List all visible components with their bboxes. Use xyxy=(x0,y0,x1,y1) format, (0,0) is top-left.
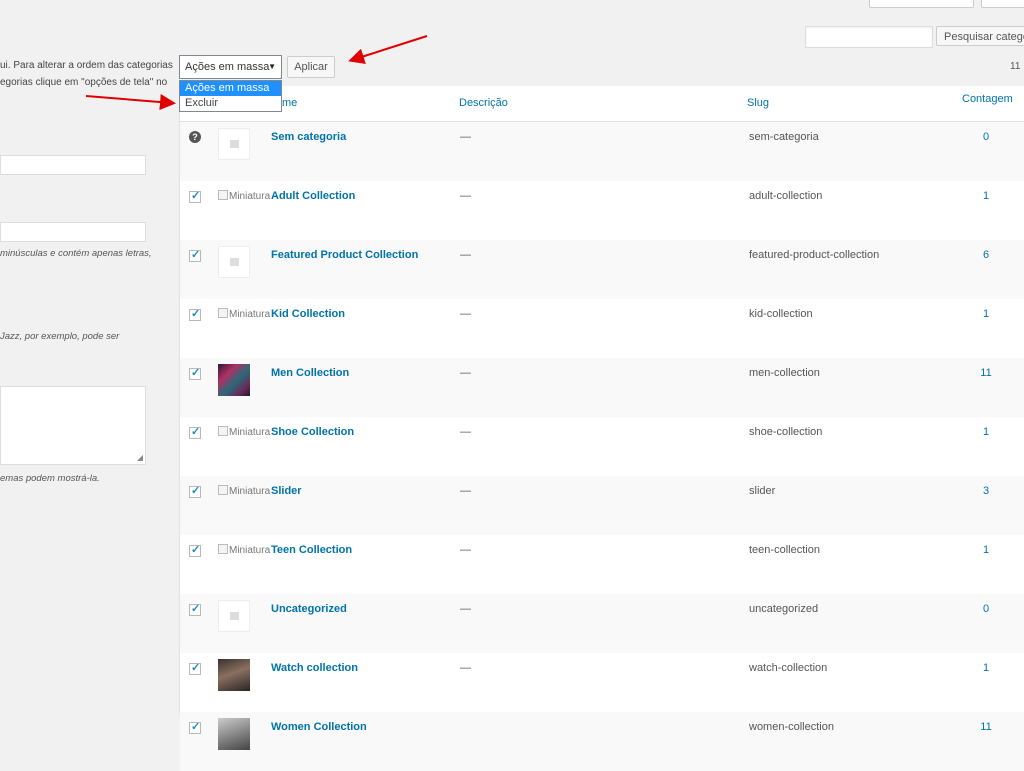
thumbnail-image xyxy=(218,718,250,750)
annotation-arrow-delete xyxy=(85,94,176,111)
category-name-link[interactable]: Women Collection xyxy=(271,721,367,733)
row-checkbox[interactable]: ✓ xyxy=(189,721,201,734)
annotation-arrows xyxy=(85,35,428,111)
table-row: ✓ Women Collection women-collection 11 xyxy=(180,712,1024,771)
annotation-arrow-apply xyxy=(348,35,428,64)
category-slug: women-collection xyxy=(749,721,834,733)
category-count-link[interactable]: 11 xyxy=(960,721,1012,733)
checkmark-icon: ✓ xyxy=(191,721,201,733)
